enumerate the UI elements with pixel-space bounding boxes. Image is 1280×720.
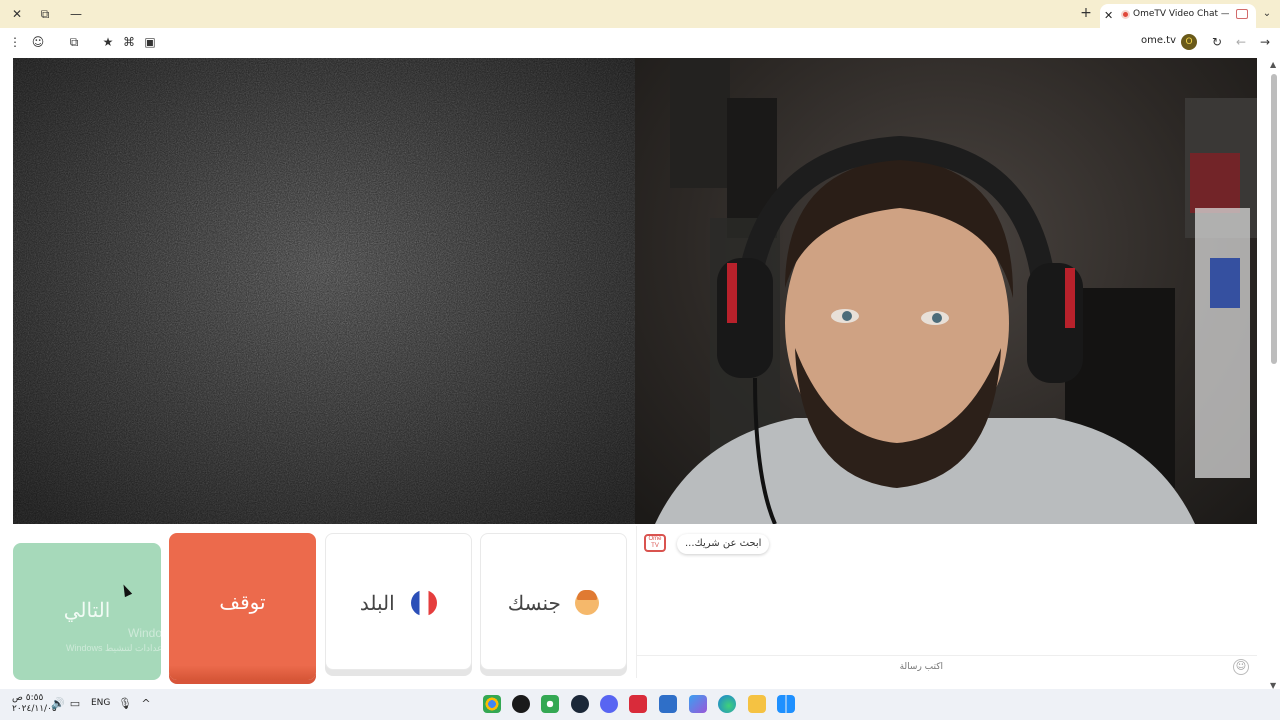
volume-icon[interactable]: 🔊 xyxy=(51,697,65,711)
discord-app-icon[interactable] xyxy=(600,695,618,713)
country-button-label: البلد xyxy=(359,590,395,615)
tray-overflow-chevron-icon[interactable]: ^ xyxy=(139,697,153,711)
tab-favicon-icon xyxy=(1121,10,1130,19)
file-explorer-app-icon[interactable] xyxy=(748,695,766,713)
gender-select-button[interactable]: جنسك xyxy=(480,533,627,670)
window-minimize-icon[interactable]: — xyxy=(66,4,86,24)
static-noise-image xyxy=(13,58,635,524)
microphone-icon[interactable]: 🎙 xyxy=(118,697,132,711)
tab-close-icon[interactable]: ✕ xyxy=(1104,6,1113,26)
chrome-canary-app-icon[interactable] xyxy=(541,695,559,713)
forward-icon[interactable]: → xyxy=(1256,33,1274,51)
obs-app-icon[interactable] xyxy=(512,695,530,713)
webcam-person-image xyxy=(655,58,1257,524)
boy-face-icon xyxy=(575,589,600,615)
edge-app-icon[interactable] xyxy=(718,695,736,713)
address-bar-url[interactable]: ome.tv xyxy=(1130,35,1176,46)
chat-panel: Ome TV ...ابحث عن شريك ☺ xyxy=(636,526,1257,678)
france-flag-icon xyxy=(411,589,438,616)
tab-title: OmeTV Video Chat — Omegle xyxy=(1133,9,1229,19)
emoji-icon[interactable]: ☺ xyxy=(1233,659,1249,675)
browser-tab[interactable]: ✕ OmeTV Video Chat — Omegle xyxy=(1100,4,1256,28)
language-indicator[interactable]: ENG xyxy=(91,698,110,708)
partner-video-static xyxy=(13,58,635,524)
browser-toolbar: ⋮ ☺ ⧉ ★ ⌘ ▣ ome.tv O ↻ ← → xyxy=(0,28,1280,56)
country-select-button[interactable]: البلد xyxy=(325,533,472,670)
stop-button[interactable]: توقف xyxy=(169,533,316,680)
chat-divider xyxy=(637,655,1257,656)
scrollbar-thumb[interactable] xyxy=(1271,74,1277,364)
bookmark-star-icon[interactable]: ★ xyxy=(99,33,117,51)
extensions-icon[interactable]: ⧉ xyxy=(65,33,83,51)
menu-icon[interactable]: ⋮ xyxy=(6,33,24,51)
store-app-icon[interactable] xyxy=(659,695,677,713)
page-scrollbar[interactable]: ▲ ▼ xyxy=(1270,60,1278,690)
browser-titlebar: ✕ ⧉ — + ✕ OmeTV Video Chat — Omegle ⌄ xyxy=(0,0,1280,28)
network-icon[interactable]: ▭ xyxy=(68,697,82,711)
steam-app-icon[interactable] xyxy=(571,695,589,713)
photos-app-icon[interactable] xyxy=(689,695,707,713)
profile-icon[interactable]: ☺ xyxy=(29,33,47,51)
chat-status-message: ...ابحث عن شريك xyxy=(677,534,770,554)
chrome-app-icon[interactable] xyxy=(483,695,501,713)
next-button-label: التالي xyxy=(63,598,111,622)
site-info-icon[interactable]: O xyxy=(1181,34,1197,50)
window-restore-icon[interactable]: ⧉ xyxy=(35,4,55,24)
self-camera-video xyxy=(635,58,1257,524)
new-tab-button[interactable]: + xyxy=(1078,4,1094,24)
chat-message-input[interactable] xyxy=(643,660,943,674)
window-close-icon[interactable]: ✕ xyxy=(7,4,27,24)
windows-taskbar: ٥:٥٥ ص ٢٠٢٤/١١/٠٥ 🔊 ▭ ENG 🎙 ^ xyxy=(0,689,1280,720)
tab-search-icon[interactable]: ⌄ xyxy=(1259,4,1275,24)
next-button[interactable]: التالي xyxy=(13,543,161,680)
translate-icon[interactable]: ⌘ xyxy=(120,33,138,51)
screen-cast-icon[interactable]: ▣ xyxy=(141,33,159,51)
windows-start-icon[interactable] xyxy=(777,695,795,713)
reload-icon[interactable]: ↻ xyxy=(1208,33,1226,51)
ometv-logo-icon: Ome TV xyxy=(644,534,666,552)
adobe-app-icon[interactable] xyxy=(629,695,647,713)
stop-button-label: توقف xyxy=(219,590,266,614)
back-icon[interactable]: ← xyxy=(1232,33,1250,51)
gender-button-label: جنسك xyxy=(507,590,561,615)
tab-media-icon[interactable] xyxy=(1236,9,1248,19)
scroll-up-icon[interactable]: ▲ xyxy=(1270,60,1276,69)
